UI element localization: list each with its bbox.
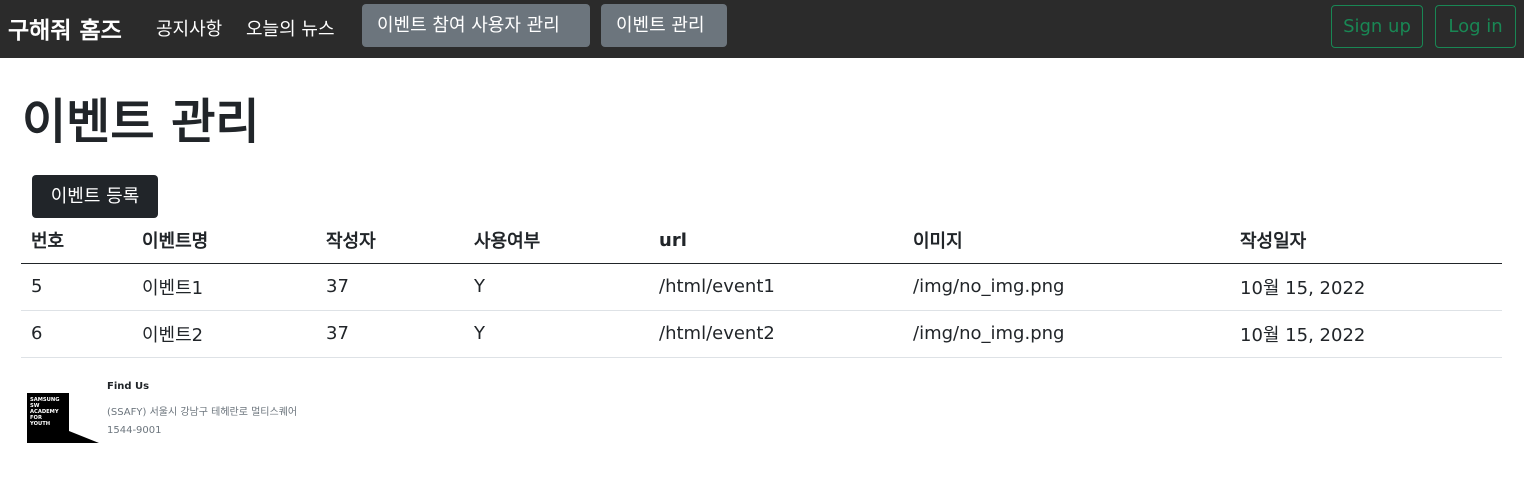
event-table: 번호 이벤트명 작성자 사용여부 url 이미지 작성일자 5 이벤트1 37 … — [21, 218, 1502, 358]
cell-author: 37 — [316, 263, 464, 311]
cell-created-date: 10월 15, 2022 — [1230, 263, 1502, 311]
footer-address: (SSAFY) 서울시 강남구 테헤란로 멀티스퀘어 — [107, 407, 298, 418]
cell-image: /img/no_img.png — [903, 310, 1230, 358]
cell-usage: Y — [464, 263, 649, 311]
cell-event-name[interactable]: 이벤트2 — [132, 310, 316, 358]
cell-number: 5 — [21, 263, 132, 311]
cell-number: 6 — [21, 310, 132, 358]
nav-link-notice[interactable]: 공지사항 — [156, 15, 222, 41]
cell-image: /img/no_img.png — [903, 263, 1230, 311]
column-header-author: 작성자 — [316, 218, 464, 264]
table-row[interactable]: 5 이벤트1 37 Y /html/event1 /img/no_img.png… — [21, 263, 1502, 311]
cell-event-name[interactable]: 이벤트1 — [132, 263, 316, 311]
brand-logo[interactable]: 구해줘 홈즈 — [8, 11, 122, 45]
table-header-row: 번호 이벤트명 작성자 사용여부 url 이미지 작성일자 — [21, 218, 1502, 264]
cell-created-date: 10월 15, 2022 — [1230, 310, 1502, 358]
top-navbar: 구해줘 홈즈 공지사항 오늘의 뉴스 이벤트 참여 사용자 관리 이벤트 관리 … — [0, 0, 1524, 58]
column-header-number: 번호 — [21, 218, 132, 264]
nav-link-news[interactable]: 오늘의 뉴스 — [246, 15, 335, 41]
table-row[interactable]: 6 이벤트2 37 Y /html/event2 /img/no_img.png… — [21, 310, 1502, 358]
register-event-button[interactable]: 이벤트 등록 — [32, 175, 158, 218]
footer-phone: 1544-9001 — [107, 425, 162, 436]
cell-author: 37 — [316, 310, 464, 358]
cell-url: /html/event1 — [649, 263, 903, 311]
column-header-created-date: 작성일자 — [1230, 218, 1502, 264]
ssafy-logo: SAMSUNG SW ACADEMY FOR YOUTH — [27, 393, 99, 443]
logo-text-line-5: YOUTH — [29, 421, 50, 427]
cell-usage: Y — [464, 310, 649, 358]
signup-button[interactable]: Sign up — [1331, 5, 1423, 48]
footer-find-us: Find Us — [107, 381, 150, 392]
column-header-image: 이미지 — [903, 218, 1230, 264]
column-header-usage: 사용여부 — [464, 218, 649, 264]
cell-url: /html/event2 — [649, 310, 903, 358]
event-participant-management-button[interactable]: 이벤트 참여 사용자 관리 — [362, 4, 590, 47]
column-header-event-name: 이벤트명 — [132, 218, 316, 264]
page-title: 이벤트 관리 — [22, 94, 260, 150]
event-management-button[interactable]: 이벤트 관리 — [601, 4, 727, 47]
column-header-url: url — [649, 218, 903, 264]
login-button[interactable]: Log in — [1435, 5, 1516, 48]
